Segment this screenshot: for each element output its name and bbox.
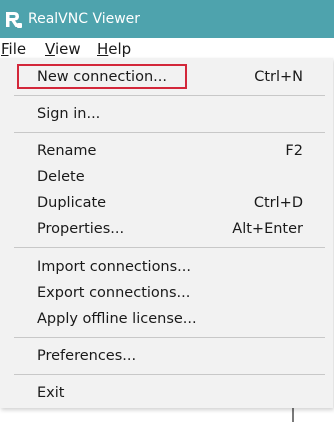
menu-file-label-rest: ile xyxy=(8,40,27,58)
menu-separator xyxy=(14,95,325,96)
window-title: RealVNC Viewer xyxy=(28,11,141,27)
duplicate-label: Duplicate xyxy=(37,195,107,211)
sign-in-label: Sign in... xyxy=(37,106,101,122)
exit-label: Exit xyxy=(37,385,65,401)
menu-separator xyxy=(14,247,325,248)
menu-item-import-connections[interactable]: Import connections... xyxy=(0,254,333,280)
import-connections-label: Import connections... xyxy=(37,259,192,275)
menu-item-rename[interactable]: Rename F2 xyxy=(0,138,333,164)
menu-item-sign-in[interactable]: Sign in... xyxy=(0,101,333,127)
menu-item-properties[interactable]: Properties... Alt+Enter xyxy=(0,216,333,242)
realvnc-logo-icon xyxy=(4,10,23,29)
menu-separator xyxy=(14,337,325,338)
duplicate-shortcut: Ctrl+D xyxy=(253,195,303,211)
menu-file-mnemonic: F xyxy=(1,40,9,58)
menu-help-label-rest: elp xyxy=(108,40,132,58)
delete-label: Delete xyxy=(37,169,85,185)
title-bar: RealVNC Viewer xyxy=(0,0,334,38)
menu-item-preferences[interactable]: Preferences... xyxy=(0,343,333,369)
rename-label: Rename xyxy=(37,143,97,159)
menu-separator xyxy=(14,132,325,133)
menu-item-duplicate[interactable]: Duplicate Ctrl+D xyxy=(0,190,333,216)
highlight-box xyxy=(17,64,187,89)
menu-view-mnemonic: V xyxy=(45,40,55,58)
apply-offline-license-label: Apply offline license... xyxy=(37,311,197,327)
file-menu-dropdown: New connection... Ctrl+N Sign in... Rena… xyxy=(0,58,333,408)
properties-shortcut: Alt+Enter xyxy=(232,221,303,237)
menu-item-delete[interactable]: Delete xyxy=(0,164,333,190)
export-connections-label: Export connections... xyxy=(37,285,191,301)
properties-label: Properties... xyxy=(37,221,125,237)
preferences-label: Preferences... xyxy=(37,348,137,364)
menu-item-exit[interactable]: Exit xyxy=(0,380,333,406)
menu-help[interactable]: Help xyxy=(97,39,131,59)
menu-view[interactable]: View xyxy=(45,39,81,59)
new-connection-shortcut: Ctrl+N xyxy=(254,69,303,85)
rename-shortcut: F2 xyxy=(285,143,303,159)
menu-help-mnemonic: H xyxy=(97,40,109,58)
menu-separator xyxy=(14,374,325,375)
menu-view-label-rest: iew xyxy=(54,40,81,58)
menu-bar: File View Help xyxy=(0,38,334,60)
menu-file[interactable]: File xyxy=(1,39,26,59)
menu-item-apply-offline-license[interactable]: Apply offline license... xyxy=(0,306,333,332)
menu-item-export-connections[interactable]: Export connections... xyxy=(0,280,333,306)
